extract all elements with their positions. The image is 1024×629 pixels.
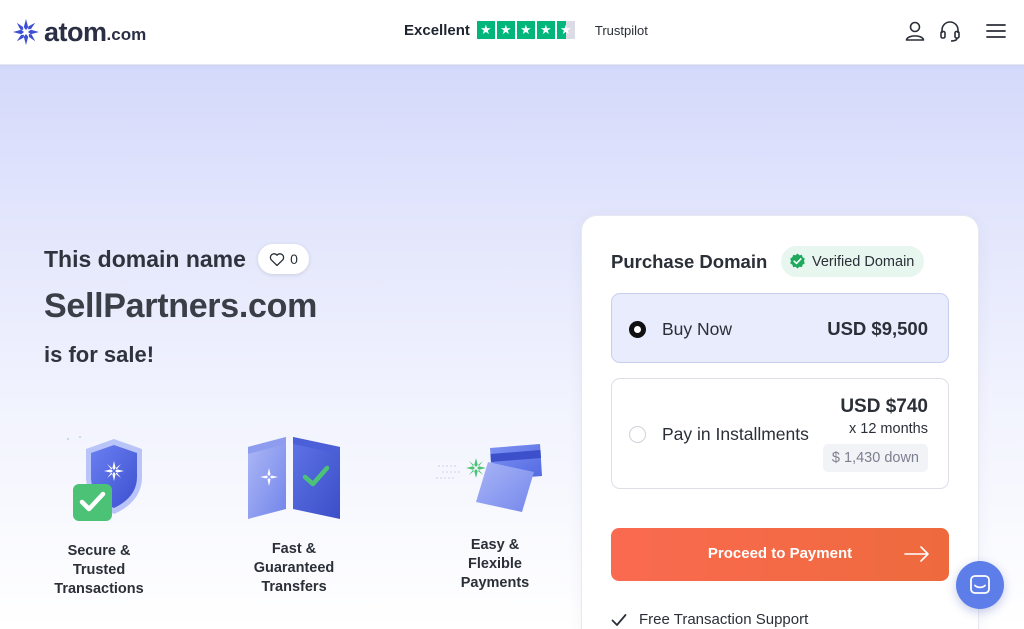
star-icon: ★ (476, 21, 495, 39)
atom-logo[interactable]: atom .com (12, 16, 146, 48)
heart-icon (269, 252, 285, 266)
atom-logo-icon (13, 19, 39, 45)
chat-button[interactable] (956, 561, 1004, 609)
transaction-support-item: Free Transaction Support (611, 611, 808, 628)
trustpilot-stars: ★ ★ ★ ★ ★ (476, 21, 575, 39)
for-sale-text: is for sale! (44, 342, 155, 367)
user-icon[interactable] (904, 20, 926, 42)
arrow-right-icon (904, 546, 929, 562)
shield-check-icon (67, 436, 142, 521)
buy-now-option[interactable]: Buy Now USD $9,500 (611, 293, 949, 363)
headset-icon[interactable] (939, 20, 961, 42)
verified-domain-label: Verified Domain (812, 253, 915, 270)
star-half-icon: ★ (556, 21, 575, 39)
logo-tld-text: .com (106, 25, 147, 44)
proceed-to-payment-button[interactable]: Proceed to Payment (611, 528, 949, 581)
installments-term: x 12 months (849, 421, 928, 437)
installments-price: USD $740 (840, 396, 928, 417)
star-icon: ★ (536, 21, 555, 39)
site-header: atom .com Excellent ★ ★ ★ ★ ★ Trustpilot (0, 0, 1024, 65)
domain-name: SellPartners.com (44, 287, 317, 325)
cards-icon (436, 444, 542, 512)
star-icon: ★ (516, 21, 535, 39)
transaction-support-label: Free Transaction Support (639, 611, 809, 628)
feature-secure-label: Secure & Trusted Transactions (54, 543, 144, 597)
feature-secure: Secure & Trusted Transactions (50, 433, 148, 599)
star-icon: ★ (496, 21, 515, 39)
checkmark-icon (611, 613, 627, 626)
favorite-button[interactable]: 0 (258, 244, 309, 274)
hero-title: This domain name (44, 246, 246, 272)
installments-radio[interactable] (629, 426, 646, 443)
installments-label: Pay in Installments (662, 424, 809, 444)
chat-icon (970, 575, 990, 594)
trustpilot-name: Trustpilot (594, 22, 648, 38)
feature-payments: Easy & Flexible Payments (434, 440, 558, 593)
menu-icon[interactable] (985, 20, 1007, 42)
favorite-count: 0 (290, 251, 298, 267)
buy-now-price: USD $9,500 (827, 318, 928, 339)
installments-down-payment: $ 1,430 down (822, 444, 928, 472)
trustpilot-rating-label: Excellent (404, 21, 470, 39)
installments-option[interactable]: Pay in Installments USD $740 x 12 months… (611, 378, 949, 489)
transfer-icon (248, 437, 340, 519)
purchase-card: Purchase Domain Verified Domain Buy Now … (581, 215, 979, 629)
feature-payments-label: Easy & Flexible Payments (460, 537, 530, 591)
buy-now-radio[interactable] (629, 321, 646, 338)
logo-brand-text: atom (44, 16, 107, 47)
feature-transfers-label: Fast & Guaranteed Transfers (253, 541, 335, 595)
buy-now-label: Buy Now (662, 319, 733, 339)
verified-domain-badge: Verified Domain (781, 246, 925, 277)
feature-transfers: Fast & Guaranteed Transfers (243, 433, 345, 597)
verified-badge-icon (790, 253, 805, 269)
trustpilot-widget[interactable]: Excellent ★ ★ ★ ★ ★ Trustpilot (404, 19, 648, 41)
purchase-title: Purchase Domain (611, 251, 768, 272)
proceed-to-payment-label: Proceed to Payment (707, 545, 853, 562)
